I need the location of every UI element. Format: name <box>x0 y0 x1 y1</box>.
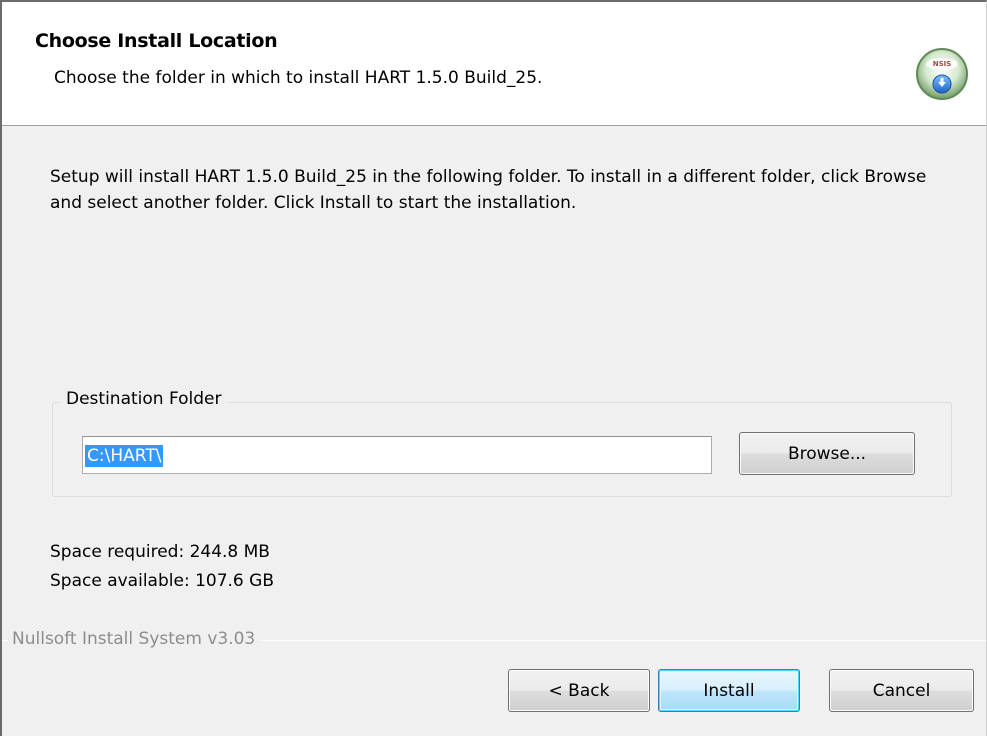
nsis-installer-icon: NSIS <box>916 48 968 100</box>
svg-text:NSIS: NSIS <box>933 60 952 68</box>
destination-path-input[interactable]: C:\HART\ <box>82 436 712 474</box>
cancel-button[interactable]: Cancel <box>829 669 974 712</box>
back-button[interactable]: < Back <box>508 669 650 712</box>
install-button[interactable]: Install <box>658 669 800 712</box>
installer-window: Choose Install Location Choose the folde… <box>0 0 987 736</box>
space-required-text: Space required: 244.8 MB <box>50 542 270 562</box>
page-subtitle: Choose the folder in which to install HA… <box>54 68 543 88</box>
page-title: Choose Install Location <box>35 30 278 52</box>
branding-text: Nullsoft Install System v3.03 <box>8 629 262 649</box>
destination-folder-label: Destination Folder <box>60 389 228 409</box>
browse-button[interactable]: Browse... <box>739 432 915 475</box>
destination-path-value: C:\HART\ <box>85 445 164 467</box>
install-description: Setup will install HART 1.5.0 Build_25 i… <box>50 167 927 213</box>
header-panel: Choose Install Location Choose the folde… <box>2 2 986 126</box>
space-available-text: Space available: 107.6 GB <box>50 571 274 591</box>
